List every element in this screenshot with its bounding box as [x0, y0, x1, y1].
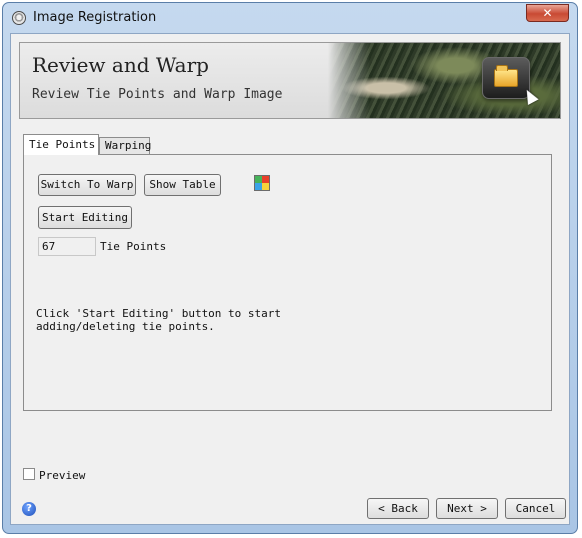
close-icon: ✕ — [542, 6, 553, 20]
step-subtitle: Review Tie Points and Warp Image — [32, 87, 283, 102]
title-bar[interactable]: Image Registration ✕ — [3, 3, 577, 33]
tab-warping[interactable]: Warping — [99, 137, 151, 154]
color-palette-icon[interactable] — [254, 175, 270, 191]
tab-tie-points[interactable]: Tie Points — [23, 134, 99, 155]
tie-points-label: Tie Points — [100, 240, 167, 253]
close-button[interactable]: ✕ — [526, 4, 569, 22]
next-button[interactable]: Next > — [436, 498, 498, 519]
step-title: Review and Warp — [32, 53, 209, 77]
preview-label: Preview — [39, 469, 86, 482]
dialog-body: Review and Warp Review Tie Points and Wa… — [10, 33, 570, 525]
wizard-header: Review and Warp Review Tie Points and Wa… — [19, 42, 561, 119]
instruction-message: Click 'Start Editing' button to start ad… — [36, 307, 282, 333]
switch-to-warp-button[interactable]: Switch To Warp — [38, 174, 136, 196]
help-icon[interactable]: ? — [22, 502, 36, 516]
image-registration-window: Image Registration ✕ Review and Warp Rev… — [2, 2, 578, 534]
folder-shape — [494, 65, 518, 87]
window-title: Image Registration — [33, 10, 157, 25]
tie-points-panel: Switch To Warp Show Table Start Editing … — [23, 154, 552, 411]
cancel-button[interactable]: Cancel — [505, 498, 566, 519]
tie-point-count-field: 67 — [38, 237, 96, 256]
back-button[interactable]: < Back — [367, 498, 429, 519]
show-table-button[interactable]: Show Table — [144, 174, 221, 196]
app-icon — [12, 11, 26, 25]
start-editing-button[interactable]: Start Editing — [38, 206, 132, 229]
preview-checkbox[interactable] — [23, 468, 35, 480]
